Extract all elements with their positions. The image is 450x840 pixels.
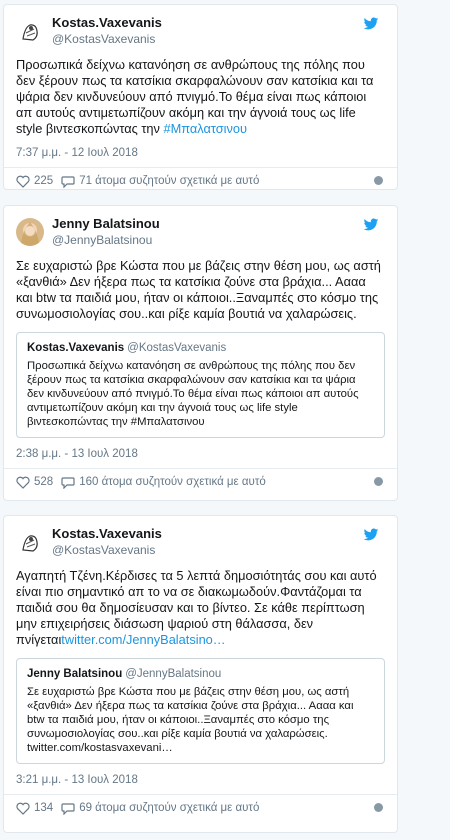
tweet-actions: 225 71 άτομα συζητούν σχετικά με αυτό <box>16 168 385 194</box>
twitter-bird-icon[interactable] <box>363 17 379 31</box>
avatar[interactable] <box>16 218 44 246</box>
author-name[interactable]: Jenny Balatsinou <box>52 216 160 232</box>
like-action[interactable]: 225 <box>16 175 53 188</box>
reply-action[interactable]: 160 άτομα συζητούν σχετικά με αυτό <box>61 476 266 489</box>
reply-bubble-icon <box>61 476 75 489</box>
quoted-tweet[interactable]: Jenny Balatsinou @JennyBalatsinou Σε ευχα… <box>16 658 385 764</box>
tweet-text: Αγαπητή Τζένη.Κέρδισες τα 5 λεπτά δημοσι… <box>16 568 385 648</box>
author-handle[interactable]: @KostasVaxevanis <box>52 31 162 47</box>
reply-count: 69 άτομα συζητούν σχετικά με αυτό <box>79 802 260 814</box>
like-count: 528 <box>34 476 54 488</box>
quoted-author-name: Jenny Balatsinou <box>27 668 123 680</box>
info-icon[interactable] <box>374 477 383 486</box>
avatar[interactable] <box>16 528 44 556</box>
tweet-header: Kostas.Vaxevanis @KostasVaxevanis <box>16 526 385 558</box>
quoted-author-handle: @KostasVaxevanis <box>127 342 227 354</box>
author-handle[interactable]: @KostasVaxevanis <box>52 542 162 558</box>
info-icon[interactable] <box>374 176 383 185</box>
twitter-bird-icon[interactable] <box>363 218 379 232</box>
heart-icon <box>16 175 30 188</box>
tweet-timestamp[interactable]: 2:38 μ.μ. - 13 Ιουλ 2018 <box>16 448 385 460</box>
tweet-header: Jenny Balatsinou @JennyBalatsinou <box>16 216 385 248</box>
quoted-text: Προσωπικά δείχνω κατανόηση σε ανθρώπους … <box>27 360 359 428</box>
heart-icon <box>16 802 30 815</box>
heart-icon <box>16 476 30 489</box>
tweet-actions: 528 160 άτομα συζητούν σχετικά με αυτό <box>16 469 385 495</box>
tweet-link[interactable]: twitter.com/JennyBalatsino… <box>61 632 225 647</box>
reply-action[interactable]: 69 άτομα συζητούν σχετικά με αυτό <box>61 802 259 815</box>
tweet-timestamp[interactable]: 3:21 μ.μ. - 13 Ιουλ 2018 <box>16 774 385 786</box>
reply-count: 160 άτομα συζητούν σχετικά με αυτό <box>79 476 266 488</box>
tweet-card: Jenny Balatsinou @JennyBalatsinou Σε ευχ… <box>3 205 398 501</box>
info-icon[interactable] <box>374 803 383 812</box>
author-handle[interactable]: @JennyBalatsinou <box>52 232 160 248</box>
quoted-author-handle: @JennyBalatsinou <box>125 668 222 680</box>
like-action[interactable]: 528 <box>16 476 53 489</box>
reply-bubble-icon <box>61 802 75 815</box>
tweet-timestamp[interactable]: 7:37 μ.μ. - 12 Ιουλ 2018 <box>16 147 385 159</box>
like-count: 225 <box>34 175 54 187</box>
twitter-bird-icon[interactable] <box>363 528 379 542</box>
quoted-text: Σε ευχαριστώ βρε Κώστα που με βάζεις στη… <box>27 686 354 754</box>
author-name[interactable]: Kostas.Vaxevanis <box>52 526 162 542</box>
tweet-card: Kostas.Vaxevanis @KostasVaxevanis Αγαπητ… <box>3 515 398 833</box>
tweet-actions: 134 69 άτομα συζητούν σχετικά με αυτό <box>16 795 385 821</box>
reply-count: 71 άτομα συζητούν σχετικά με αυτό <box>79 175 260 187</box>
quoted-tweet[interactable]: Kostas.Vaxevanis @KostasVaxevanis Προσωπι… <box>16 332 385 438</box>
reply-action[interactable]: 71 άτομα συζητούν σχετικά με αυτό <box>61 175 259 188</box>
hashtag-link[interactable]: #Μπαλατσινου <box>163 121 247 136</box>
tweet-text: Προσωπικά δείχνω κατανόηση σε ανθρώπους … <box>16 57 385 137</box>
avatar[interactable] <box>16 17 44 45</box>
tweet-header: Kostas.Vaxevanis @KostasVaxevanis <box>16 15 385 47</box>
author-name[interactable]: Kostas.Vaxevanis <box>52 15 162 31</box>
reply-bubble-icon <box>61 175 75 188</box>
like-count: 134 <box>34 802 54 814</box>
quoted-author-name: Kostas.Vaxevanis <box>27 342 125 354</box>
tweet-text: Σε ευχαριστώ βρε Κώστα που με βάζεις στη… <box>16 258 381 321</box>
tweet-card: Kostas.Vaxevanis @KostasVaxevanis Προσωπ… <box>3 4 398 190</box>
like-action[interactable]: 134 <box>16 802 53 815</box>
